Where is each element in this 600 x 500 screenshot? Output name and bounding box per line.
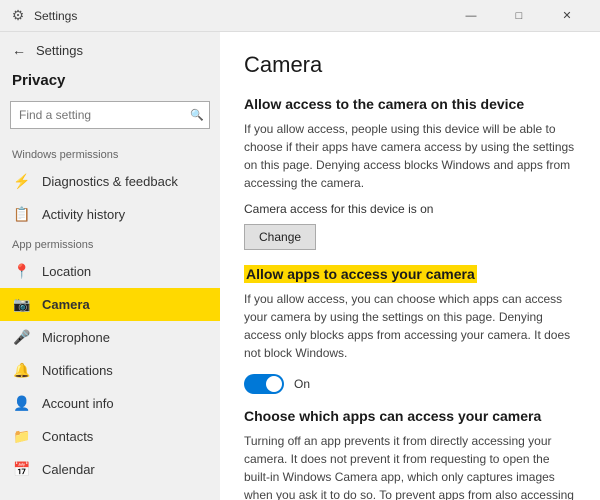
minimize-button[interactable]: — — [448, 0, 494, 32]
notifications-icon: 🔔 — [12, 362, 32, 379]
settings-icon: ⚙ — [10, 8, 26, 24]
section2-heading: Allow apps to access your camera — [244, 266, 576, 282]
sidebar-item-activity[interactable]: 📋 Activity history — [0, 198, 220, 231]
maximize-button[interactable]: □ — [496, 0, 542, 32]
search-input[interactable] — [10, 101, 210, 129]
sidebar: ← Settings Privacy 🔍 Windows permissions… — [0, 32, 220, 500]
sidebar-item-camera[interactable]: 📷 Camera — [0, 288, 220, 321]
app-permissions-label: App permissions — [0, 231, 220, 255]
search-icon: 🔍 — [190, 109, 204, 122]
search-box[interactable]: 🔍 — [10, 101, 210, 129]
sidebar-item-label: Microphone — [42, 330, 110, 345]
camera-icon: 📷 — [12, 296, 32, 313]
content-area: Camera Allow access to the camera on thi… — [220, 32, 600, 500]
toggle-knob — [266, 376, 282, 392]
sidebar-item-microphone[interactable]: 🎤 Microphone — [0, 321, 220, 354]
diagnostics-icon: ⚡ — [12, 173, 32, 190]
section1-heading: Allow access to the camera on this devic… — [244, 96, 576, 112]
back-arrow-icon: ← — [12, 42, 26, 58]
section2-text: If you allow access, you can choose whic… — [244, 290, 576, 362]
sidebar-item-notifications[interactable]: 🔔 Notifications — [0, 354, 220, 387]
calendar-icon: 📅 — [12, 461, 32, 478]
contacts-icon: 📁 — [12, 428, 32, 445]
activity-icon: 📋 — [12, 206, 32, 223]
titlebar-title: Settings — [34, 9, 448, 23]
camera-status: Camera access for this device is on — [244, 202, 576, 216]
back-label: Settings — [36, 43, 83, 58]
sidebar-item-label: Account info — [42, 396, 114, 411]
main-container: ← Settings Privacy 🔍 Windows permissions… — [0, 32, 600, 500]
camera-toggle[interactable] — [244, 374, 284, 394]
location-icon: 📍 — [12, 263, 32, 280]
toggle-label: On — [294, 377, 310, 391]
sidebar-item-diagnostics[interactable]: ⚡ Diagnostics & feedback — [0, 165, 220, 198]
window-controls: — □ ✕ — [448, 0, 590, 32]
sidebar-item-calendar[interactable]: 📅 Calendar — [0, 453, 220, 486]
sidebar-item-label: Camera — [42, 297, 90, 312]
allow-apps-highlight: Allow apps to access your camera — [244, 265, 477, 283]
sidebar-item-label: Location — [42, 264, 91, 279]
section1-text: If you allow access, people using this d… — [244, 120, 576, 192]
change-button[interactable]: Change — [244, 224, 316, 250]
section3-text: Turning off an app prevents it from dire… — [244, 432, 576, 500]
camera-toggle-row: On — [244, 374, 576, 394]
sidebar-title: Privacy — [0, 68, 220, 101]
page-title: Camera — [244, 52, 576, 78]
sidebar-item-location[interactable]: 📍 Location — [0, 255, 220, 288]
sidebar-item-label: Calendar — [42, 462, 95, 477]
windows-permissions-label: Windows permissions — [0, 141, 220, 165]
titlebar: ⚙ Settings — □ ✕ — [0, 0, 600, 32]
sidebar-item-label: Diagnostics & feedback — [42, 174, 178, 189]
sidebar-item-label: Contacts — [42, 429, 93, 444]
sidebar-item-contacts[interactable]: 📁 Contacts — [0, 420, 220, 453]
section3-heading: Choose which apps can access your camera — [244, 408, 576, 424]
sidebar-item-label: Notifications — [42, 363, 113, 378]
close-button[interactable]: ✕ — [544, 0, 590, 32]
sidebar-item-account[interactable]: 👤 Account info — [0, 387, 220, 420]
microphone-icon: 🎤 — [12, 329, 32, 346]
sidebar-item-label: Activity history — [42, 207, 125, 222]
back-nav[interactable]: ← Settings — [0, 32, 220, 68]
account-icon: 👤 — [12, 395, 32, 412]
